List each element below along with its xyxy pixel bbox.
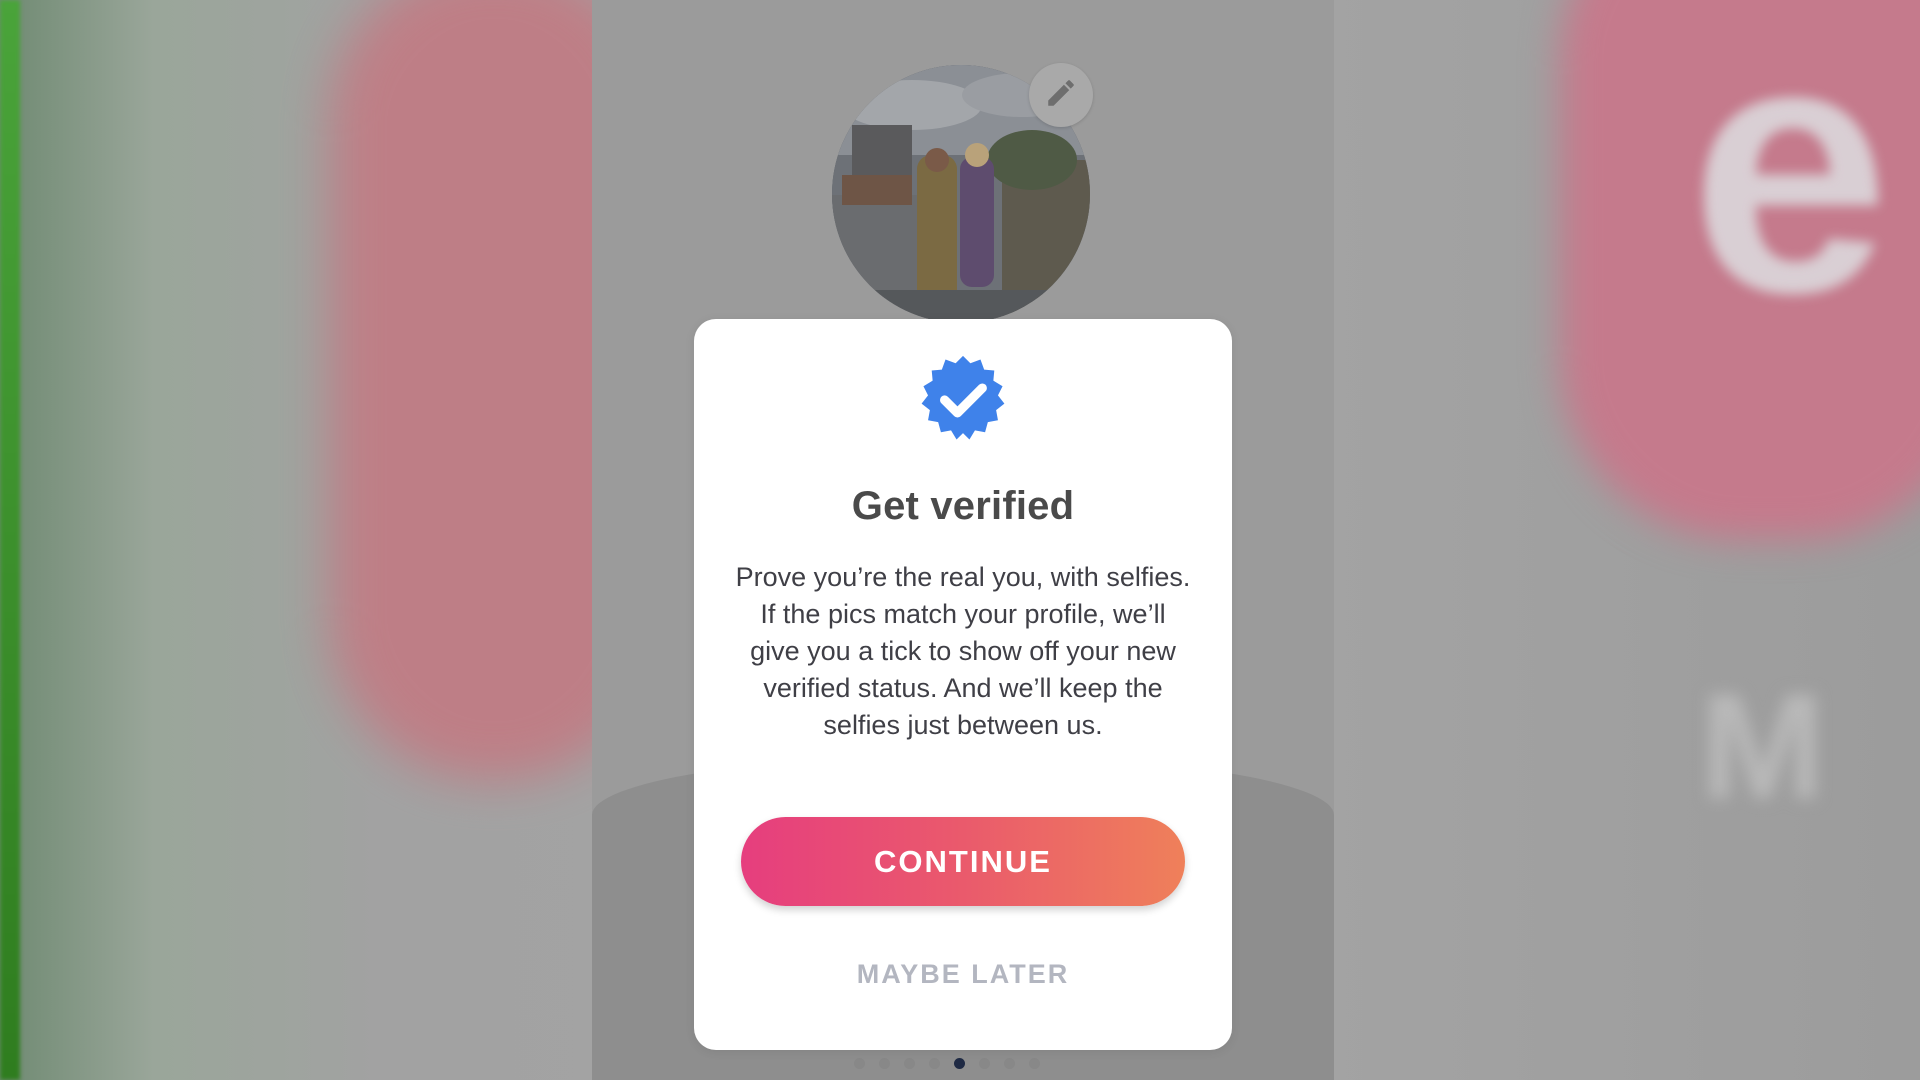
pagination-dot[interactable] (1004, 1058, 1015, 1069)
verified-badge-icon (917, 354, 1009, 446)
pagination-dot[interactable] (1029, 1058, 1040, 1069)
pagination-dot[interactable] (929, 1058, 940, 1069)
pagination-dot[interactable] (904, 1058, 915, 1069)
pagination-dot-active[interactable] (954, 1058, 965, 1069)
edit-photo-button[interactable] (1029, 63, 1093, 127)
pagination-dot[interactable] (979, 1058, 990, 1069)
pagination-dots (854, 1058, 1040, 1069)
maybe-later-button[interactable]: MAYBE LATER (694, 949, 1232, 999)
background-logo-fragment: e (1690, 0, 1891, 368)
pencil-icon (1044, 76, 1078, 115)
pagination-dot[interactable] (854, 1058, 865, 1069)
app-screen: e M Get verified Prove you’re the real y… (0, 0, 1920, 1080)
background-decoration-left (0, 0, 20, 1080)
dialog-title: Get verified (851, 484, 1075, 528)
dialog-description: Prove you’re the real you, with selfies.… (735, 562, 1191, 740)
background-text-fragment: M (1700, 662, 1825, 830)
get-verified-dialog: Get verified Prove you’re the real you, … (694, 319, 1232, 1050)
pagination-dot[interactable] (879, 1058, 890, 1069)
continue-button[interactable]: CONTINUE (741, 817, 1185, 906)
